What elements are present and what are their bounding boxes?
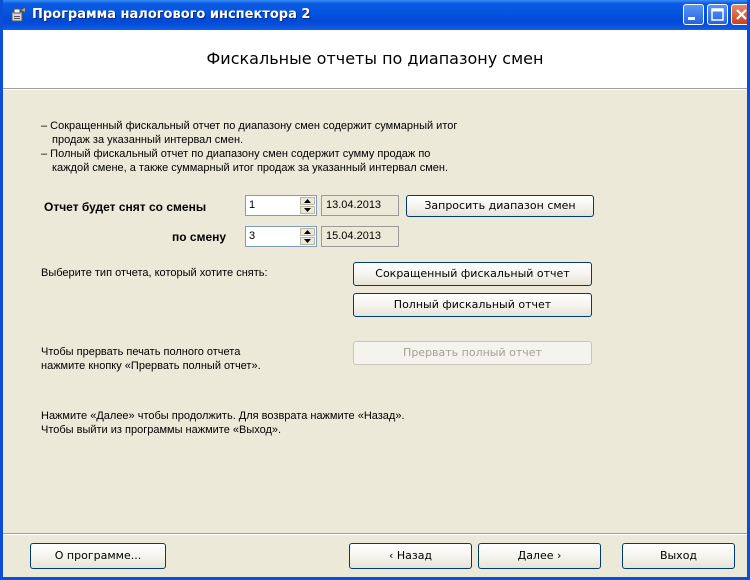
page-title: Фискальные отчеты по диапазону смен bbox=[206, 49, 544, 68]
to-shift-down-button[interactable] bbox=[300, 237, 315, 245]
description-line: каждой смене, а также суммарный итог про… bbox=[52, 162, 449, 174]
interrupt-report-button[interactable]: Прервать полный отчет bbox=[353, 341, 592, 365]
back-button[interactable]: ‹ Назад bbox=[349, 543, 472, 569]
description-line: – Полный фискальный отчет по диапазону с… bbox=[41, 148, 431, 160]
to-shift-date: 15.04.2013 bbox=[321, 226, 399, 247]
arrow-down-icon bbox=[304, 208, 311, 212]
exit-button[interactable]: Выход bbox=[622, 543, 735, 569]
from-shift-date: 13.04.2013 bbox=[321, 195, 399, 216]
short-report-button[interactable]: Сокращенный фискальный отчет bbox=[353, 262, 592, 286]
maximize-icon bbox=[711, 8, 724, 21]
description-line: – Сокращенный фискальный отчет по диапаз… bbox=[41, 120, 458, 132]
page-header: Фискальные отчеты по диапазону смен bbox=[3, 30, 747, 89]
window-title: Программа налогового инспектора 2 bbox=[32, 7, 311, 22]
from-shift-stepper[interactable]: 1 bbox=[245, 195, 317, 216]
from-shift-value: 1 bbox=[249, 199, 256, 211]
report-type-prompt: Выберите тип отчета, который хотите снят… bbox=[41, 267, 268, 279]
minimize-button[interactable] bbox=[683, 4, 704, 25]
about-button[interactable]: О программе... bbox=[30, 543, 166, 569]
main-window: Программа налогового инспектора 2 Фискал… bbox=[0, 0, 750, 580]
arrow-down-icon bbox=[304, 239, 311, 243]
app-icon bbox=[10, 7, 26, 23]
request-range-button[interactable]: Запросить диапазон смен bbox=[406, 195, 594, 217]
navigation-hint-line: Нажмите «Далее» чтобы продолжить. Для во… bbox=[41, 410, 405, 422]
interrupt-hint-line: нажмите кнопку «Прервать полный отчет». bbox=[41, 360, 261, 372]
navigation-hint-line: Чтобы выйти из программы нажмите «Выход»… bbox=[41, 424, 282, 436]
interrupt-hint-line: Чтобы прервать печать полного отчета bbox=[41, 346, 241, 358]
description-line: продаж за указанный интервал смен. bbox=[52, 134, 244, 146]
footer-divider bbox=[3, 533, 747, 535]
from-shift-arrows bbox=[300, 197, 315, 214]
full-report-button[interactable]: Полный фискальный отчет bbox=[353, 293, 592, 317]
description: – Сокращенный фискальный отчет по диапаз… bbox=[41, 119, 641, 175]
from-shift-label: Отчет будет снят со смены bbox=[44, 200, 207, 214]
from-shift-up-button[interactable] bbox=[300, 197, 315, 205]
to-shift-value: 3 bbox=[249, 230, 256, 242]
to-shift-arrows bbox=[300, 228, 315, 245]
next-button[interactable]: Далее › bbox=[478, 543, 601, 569]
minimize-icon bbox=[688, 17, 695, 20]
arrow-up-icon bbox=[304, 230, 311, 234]
close-button[interactable] bbox=[731, 4, 747, 25]
maximize-button[interactable] bbox=[707, 4, 728, 25]
arrow-up-icon bbox=[304, 199, 311, 203]
to-shift-stepper[interactable]: 3 bbox=[245, 226, 317, 247]
title-bar[interactable]: Программа налогового инспектора 2 bbox=[3, 0, 747, 30]
to-shift-up-button[interactable] bbox=[300, 228, 315, 236]
close-icon bbox=[736, 9, 747, 20]
from-shift-down-button[interactable] bbox=[300, 206, 315, 214]
to-shift-label: по смену bbox=[172, 230, 227, 244]
